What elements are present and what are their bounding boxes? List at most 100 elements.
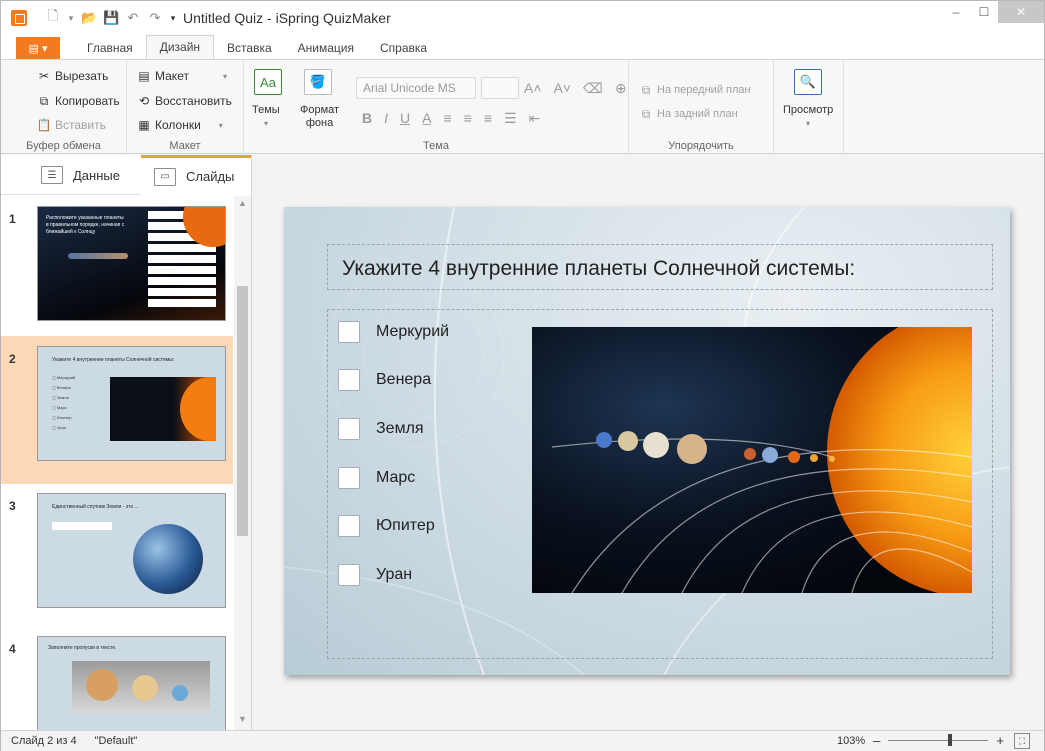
tab-slides[interactable]: ▭ Слайды	[141, 155, 251, 195]
answer-option[interactable]: Венера	[338, 369, 431, 391]
answer-checkbox[interactable]	[338, 321, 360, 343]
answer-checkbox[interactable]	[338, 369, 360, 391]
tab-data[interactable]: ☰ Данные	[41, 155, 120, 195]
answer-option[interactable]: Юпитер	[338, 515, 435, 537]
slide-thumbnail-title: Укажите 4 внутренние планеты Солнечной с…	[52, 357, 175, 363]
app-window: 🗋 ▾ 📂 💾 ↶ ↷ ▾ Untitled Quiz - iSpring Qu…	[0, 0, 1045, 751]
ispring-logo-icon[interactable]	[11, 10, 27, 26]
tab-animation[interactable]: Анимация	[285, 37, 367, 59]
bring-front-button[interactable]: ⧉ На передний план	[639, 83, 751, 97]
columns-button[interactable]: ▦ Колонки ▾	[137, 118, 223, 132]
answer-option[interactable]: Уран	[338, 564, 412, 586]
indent-icon[interactable]: ⇤	[529, 110, 541, 127]
layout-button[interactable]: ▤ Макет ▾	[137, 69, 227, 83]
slide-counter: Слайд 2 из 4	[11, 735, 77, 747]
new-dropdown-icon[interactable]: ▾	[67, 13, 75, 24]
themes-icon[interactable]: Aa	[254, 69, 282, 95]
save-icon[interactable]: 💾	[103, 10, 119, 26]
new-file-icon[interactable]: 🗋	[45, 7, 61, 29]
tab-help[interactable]: Справка	[367, 37, 440, 59]
slides-panel: ☰ Данные ▭ Слайды 1 Расположите указанны…	[1, 155, 252, 730]
send-back-button[interactable]: ⧉ На задний план	[639, 107, 738, 121]
copy-label: Копировать	[55, 94, 120, 108]
preview-button[interactable]: Просмотр	[783, 104, 833, 116]
paint-bucket-icon[interactable]: 🪣	[304, 69, 332, 95]
clear-format-icon[interactable]: ⌫	[583, 80, 603, 97]
magnifier-icon[interactable]: 🔍	[794, 69, 822, 95]
answer-option[interactable]: Марс	[338, 467, 415, 489]
quick-access-toolbar: 🗋 ▾ 📂 💾 ↶ ↷ ▾	[45, 7, 177, 29]
answer-checkbox[interactable]	[338, 564, 360, 586]
paste-icon: 📋	[36, 118, 52, 132]
grow-font-icon[interactable]: A˄	[524, 80, 542, 97]
shrink-font-icon[interactable]: A˅	[554, 80, 572, 97]
answer-option[interactable]: Меркурий	[338, 321, 449, 343]
cut-button[interactable]: ✂ Вырезать	[37, 69, 108, 83]
preview-dropdown-icon: ▾	[806, 119, 811, 128]
paste-button[interactable]: 📋 Вставить	[37, 118, 106, 132]
fit-to-window-icon[interactable]: ⛶	[1014, 733, 1030, 749]
zoom-in-icon[interactable]: +	[996, 733, 1004, 748]
answer-checkbox[interactable]	[338, 515, 360, 537]
answer-checkbox[interactable]	[338, 418, 360, 440]
font-color-icon[interactable]: A̲	[422, 110, 431, 127]
slide-canvas: Укажите 4 внутренние планеты Солнечной с…	[253, 155, 1044, 730]
align-right-icon[interactable]: ≡	[484, 110, 492, 127]
slide-thumbnail-image: Заполните пропуски в тексте.	[37, 636, 226, 730]
font-name-select[interactable]: Arial Unicode MS	[356, 77, 476, 99]
tab-home[interactable]: Главная	[74, 37, 146, 59]
redo-icon[interactable]: ↷	[147, 10, 163, 26]
align-center-icon[interactable]: ≡	[464, 110, 472, 127]
zoom-slider[interactable]	[888, 734, 989, 746]
copy-button[interactable]: ⧉ Копировать	[37, 94, 120, 109]
slide-list-scrollbar[interactable]: ▲ ▼	[234, 196, 251, 730]
scroll-thumb[interactable]	[237, 286, 248, 536]
slide-thumbnail-item[interactable]: 4 Заполните пропуски в тексте.	[1, 626, 233, 730]
tab-design[interactable]: Дизайн	[145, 35, 215, 59]
tab-slides-label: Слайды	[186, 169, 235, 184]
answer-option[interactable]: Земля	[338, 418, 424, 440]
restore-icon: ⟲	[138, 94, 150, 108]
file-menu-button[interactable]: ▤ ▾	[16, 37, 60, 59]
themes-button[interactable]: Темы	[252, 104, 280, 116]
undo-icon[interactable]: ↶	[125, 10, 141, 26]
maximize-button[interactable]: ☐	[970, 1, 998, 23]
slide-title[interactable]: Укажите 4 внутренние планеты Солнечной с…	[342, 257, 855, 281]
slide-thumbnail-item[interactable]: 2 Укажите 4 внутренние планеты Солнечной…	[1, 336, 233, 484]
slide-thumbnail-title: Расположите указанные планеты в правильн…	[46, 215, 125, 235]
background-format-button[interactable]: Формат фона	[300, 104, 339, 130]
tab-insert[interactable]: Вставка	[214, 37, 285, 59]
slide-thumbnail-item[interactable]: 1 Расположите указанные планеты в правил…	[1, 196, 233, 344]
italic-icon[interactable]: I	[384, 110, 388, 127]
open-folder-icon[interactable]: 📂	[81, 10, 97, 26]
font-size-select[interactable]	[481, 77, 519, 99]
close-button[interactable]: ✕	[998, 1, 1044, 23]
minimize-button[interactable]: –	[942, 1, 970, 23]
zoom-slider-knob[interactable]	[948, 734, 953, 746]
columns-dropdown-icon: ▾	[218, 120, 223, 130]
scroll-up-icon[interactable]: ▲	[234, 198, 251, 212]
answer-label: Меркурий	[376, 323, 450, 340]
title-bar: 🗋 ▾ 📂 💾 ↶ ↷ ▾ Untitled Quiz - iSpring Qu…	[1, 1, 1044, 35]
bullets-icon[interactable]: ☰	[504, 110, 517, 127]
slide-thumbnail-item[interactable]: 3 Единственный спутник Земли - это ...	[1, 483, 233, 631]
layout-dropdown-icon: ▾	[222, 71, 227, 81]
earth-icon	[133, 524, 203, 594]
solar-system-image[interactable]	[532, 327, 972, 593]
underline-icon[interactable]: U	[400, 110, 410, 127]
zoom-out-icon[interactable]: –	[873, 733, 880, 748]
scroll-down-icon[interactable]: ▼	[234, 714, 251, 728]
answer-checkbox[interactable]	[338, 467, 360, 489]
align-left-icon[interactable]: ≡	[443, 110, 451, 127]
char-spacing-icon[interactable]: ⊕	[615, 80, 627, 97]
themes-label: Темы	[252, 104, 280, 116]
customize-toolbar-icon[interactable]: ▾	[169, 13, 177, 24]
themes-dropdown-icon: ▾	[264, 119, 269, 128]
font-size-tools: A˄ A˅ ⌫ ⊕	[524, 80, 627, 97]
bold-icon[interactable]: B	[362, 110, 372, 127]
restore-layout-button[interactable]: ⟲ Восстановить	[137, 94, 232, 108]
zoom-control: 103% – +	[837, 733, 1004, 748]
window-controls: – ☐ ✕	[942, 1, 1044, 23]
slide-thumbnail-list: 1 Расположите указанные планеты в правил…	[1, 196, 233, 730]
status-left: Слайд 2 из 4 "Default"	[11, 735, 137, 747]
